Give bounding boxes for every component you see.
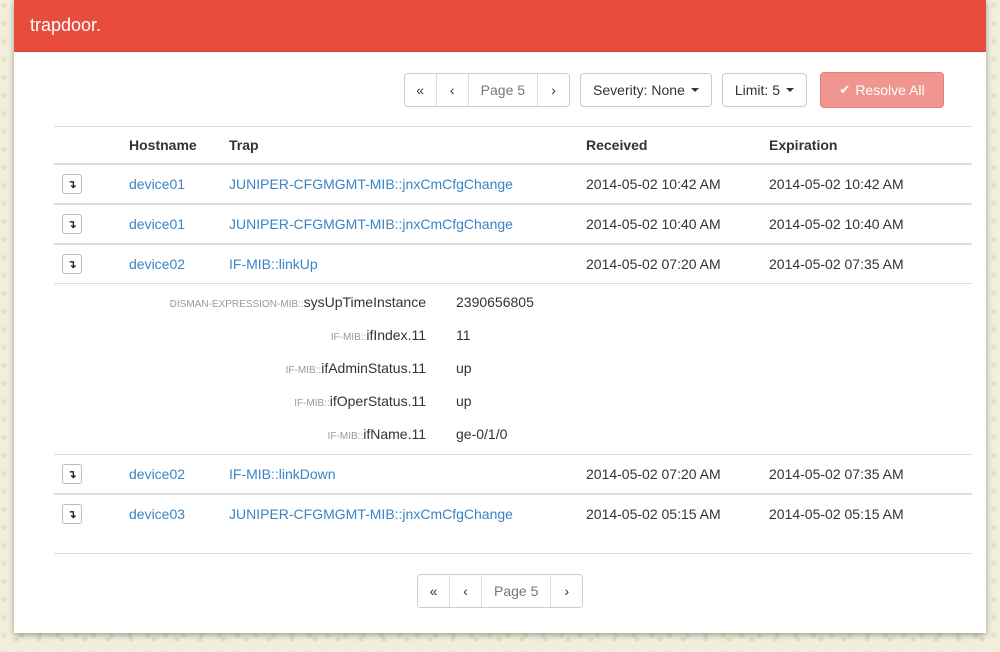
expiration-cell: 2014-05-02 07:35 AM: [769, 243, 972, 284]
received-cell: 2014-05-02 07:20 AM: [586, 454, 769, 494]
received-cell: 2014-05-02 10:40 AM: [586, 203, 769, 244]
mib-prefix: IF-MIB::: [327, 431, 364, 442]
table-bottom-divider: [54, 553, 972, 554]
varbind-value: up: [456, 393, 472, 409]
varbind-key: IF-MIB::ifOperStatus.11: [54, 393, 426, 409]
received-cell: 2014-05-02 07:20 AM: [586, 243, 769, 284]
header-trap: Trap: [229, 126, 586, 165]
varbind-key: DISMAN-EXPRESSION-MIB::sysUpTimeInstance: [54, 294, 426, 310]
varbind-key: IF-MIB::ifAdminStatus.11: [54, 360, 426, 376]
trap-link[interactable]: JUNIPER-CFGMGMT-MIB::jnxCmCfgChange: [229, 216, 513, 232]
bottom-pagination: « ‹ Page 5 ›: [417, 574, 584, 608]
header-toggle: [54, 126, 129, 165]
page-indicator: Page 5: [482, 575, 552, 607]
top-pagination: « ‹ Page 5 ›: [403, 73, 571, 107]
mib-prefix: DISMAN-EXPRESSION-MIB::: [169, 299, 304, 310]
table-row: ↴ device02 IF-MIB::linkUp 2014-05-02 07:…: [54, 243, 972, 284]
expand-toggle-icon[interactable]: ↴: [62, 464, 82, 484]
resolve-all-label: Resolve All: [855, 82, 925, 98]
toolbar: « ‹ Page 5 › Severity: None Limit: 5 ✔ R…: [403, 72, 944, 108]
hostname-link[interactable]: device03: [129, 506, 185, 522]
table-row: ↴ device01 JUNIPER-CFGMGMT-MIB::jnxCmCfg…: [54, 203, 972, 244]
table-row: ↴ device01 JUNIPER-CFGMGMT-MIB::jnxCmCfg…: [54, 164, 972, 204]
mib-prefix: IF-MIB::: [285, 365, 322, 376]
resolve-all-button[interactable]: ✔ Resolve All: [820, 72, 944, 108]
varbind-key: IF-MIB::ifName.11: [54, 426, 426, 442]
received-cell: 2014-05-02 10:42 AM: [586, 176, 721, 192]
varbind-name: ifAdminStatus.11: [321, 360, 426, 376]
main-panel: trapdoor. « ‹ Page 5 › Severity: None Li…: [14, 0, 986, 633]
varbind-key: IF-MIB::ifIndex.11: [54, 327, 426, 343]
mib-prefix: IF-MIB::: [294, 398, 330, 409]
varbind-list: DISMAN-EXPRESSION-MIB::sysUpTimeInstance…: [54, 294, 972, 442]
mib-prefix: IF-MIB::: [330, 332, 367, 343]
header-hostname: Hostname: [129, 126, 229, 165]
page-indicator: Page 5: [468, 74, 539, 106]
table-header: Hostname Trap Received Expiration: [54, 126, 972, 165]
received-cell: 2014-05-02 05:15 AM: [586, 493, 769, 533]
severity-label: Severity: None: [593, 82, 685, 98]
caret-down-icon: [690, 88, 699, 92]
brand-logo[interactable]: trapdoor.: [30, 15, 101, 36]
varbind-value: ge-0/1/0: [456, 426, 508, 442]
expand-toggle-icon[interactable]: ↴: [62, 504, 82, 524]
hostname-link[interactable]: device01: [129, 176, 185, 192]
expiration-cell: 2014-05-02 05:15 AM: [769, 493, 972, 533]
header-received: Received: [586, 126, 769, 165]
trap-link[interactable]: IF-MIB::linkUp: [229, 256, 318, 272]
navbar: trapdoor.: [14, 0, 986, 52]
expand-toggle-icon[interactable]: ↴: [62, 174, 82, 194]
check-icon: ✔: [839, 82, 851, 97]
first-page-button[interactable]: «: [404, 74, 437, 106]
varbind-name: ifOperStatus.11: [329, 393, 426, 409]
prev-page-button[interactable]: ‹: [450, 575, 482, 607]
expand-toggle-icon[interactable]: ↴: [62, 214, 82, 234]
trap-link[interactable]: IF-MIB::linkDown: [229, 466, 336, 482]
hostname-link[interactable]: device01: [129, 216, 185, 232]
varbind-value: 11: [456, 327, 471, 343]
varbind-name: ifName.11: [363, 426, 426, 442]
expiration-cell: 2014-05-02 07:35 AM: [769, 454, 972, 494]
first-page-button[interactable]: «: [418, 575, 450, 607]
hostname-link[interactable]: device02: [129, 466, 185, 482]
table-row: ↴ device03 JUNIPER-CFGMGMT-MIB::jnxCmCfg…: [54, 493, 972, 533]
limit-dropdown[interactable]: Limit: 5: [721, 73, 807, 107]
next-page-button[interactable]: ›: [538, 74, 570, 106]
varbind-name: sysUpTimeInstance: [303, 294, 426, 310]
table-row: ↴ device02 IF-MIB::linkDown 2014-05-02 0…: [54, 454, 972, 494]
header-expiration: Expiration: [769, 126, 972, 165]
varbind-name: ifIndex.11: [366, 327, 426, 343]
expiration-cell: 2014-05-02 10:42 AM: [769, 176, 904, 192]
severity-dropdown[interactable]: Severity: None: [580, 73, 712, 107]
prev-page-button[interactable]: ‹: [436, 74, 469, 106]
next-page-button[interactable]: ›: [551, 575, 583, 607]
limit-label: Limit: 5: [734, 82, 780, 98]
traps-table: Hostname Trap Received Expiration ↴ devi…: [54, 126, 972, 533]
varbind-value: 2390656805: [456, 294, 534, 310]
varbind-value: up: [456, 360, 472, 376]
expand-toggle-icon[interactable]: ↴: [62, 254, 82, 274]
trap-detail-row: DISMAN-EXPRESSION-MIB::sysUpTimeInstance…: [54, 283, 972, 455]
caret-down-icon: [786, 88, 794, 92]
expiration-cell: 2014-05-02 10:40 AM: [769, 203, 972, 244]
hostname-link[interactable]: device02: [129, 256, 185, 272]
trap-link[interactable]: JUNIPER-CFGMGMT-MIB::jnxCmCfgChange: [229, 506, 513, 522]
trap-link[interactable]: JUNIPER-CFGMGMT-MIB::jnxCmCfgChange: [229, 176, 513, 192]
